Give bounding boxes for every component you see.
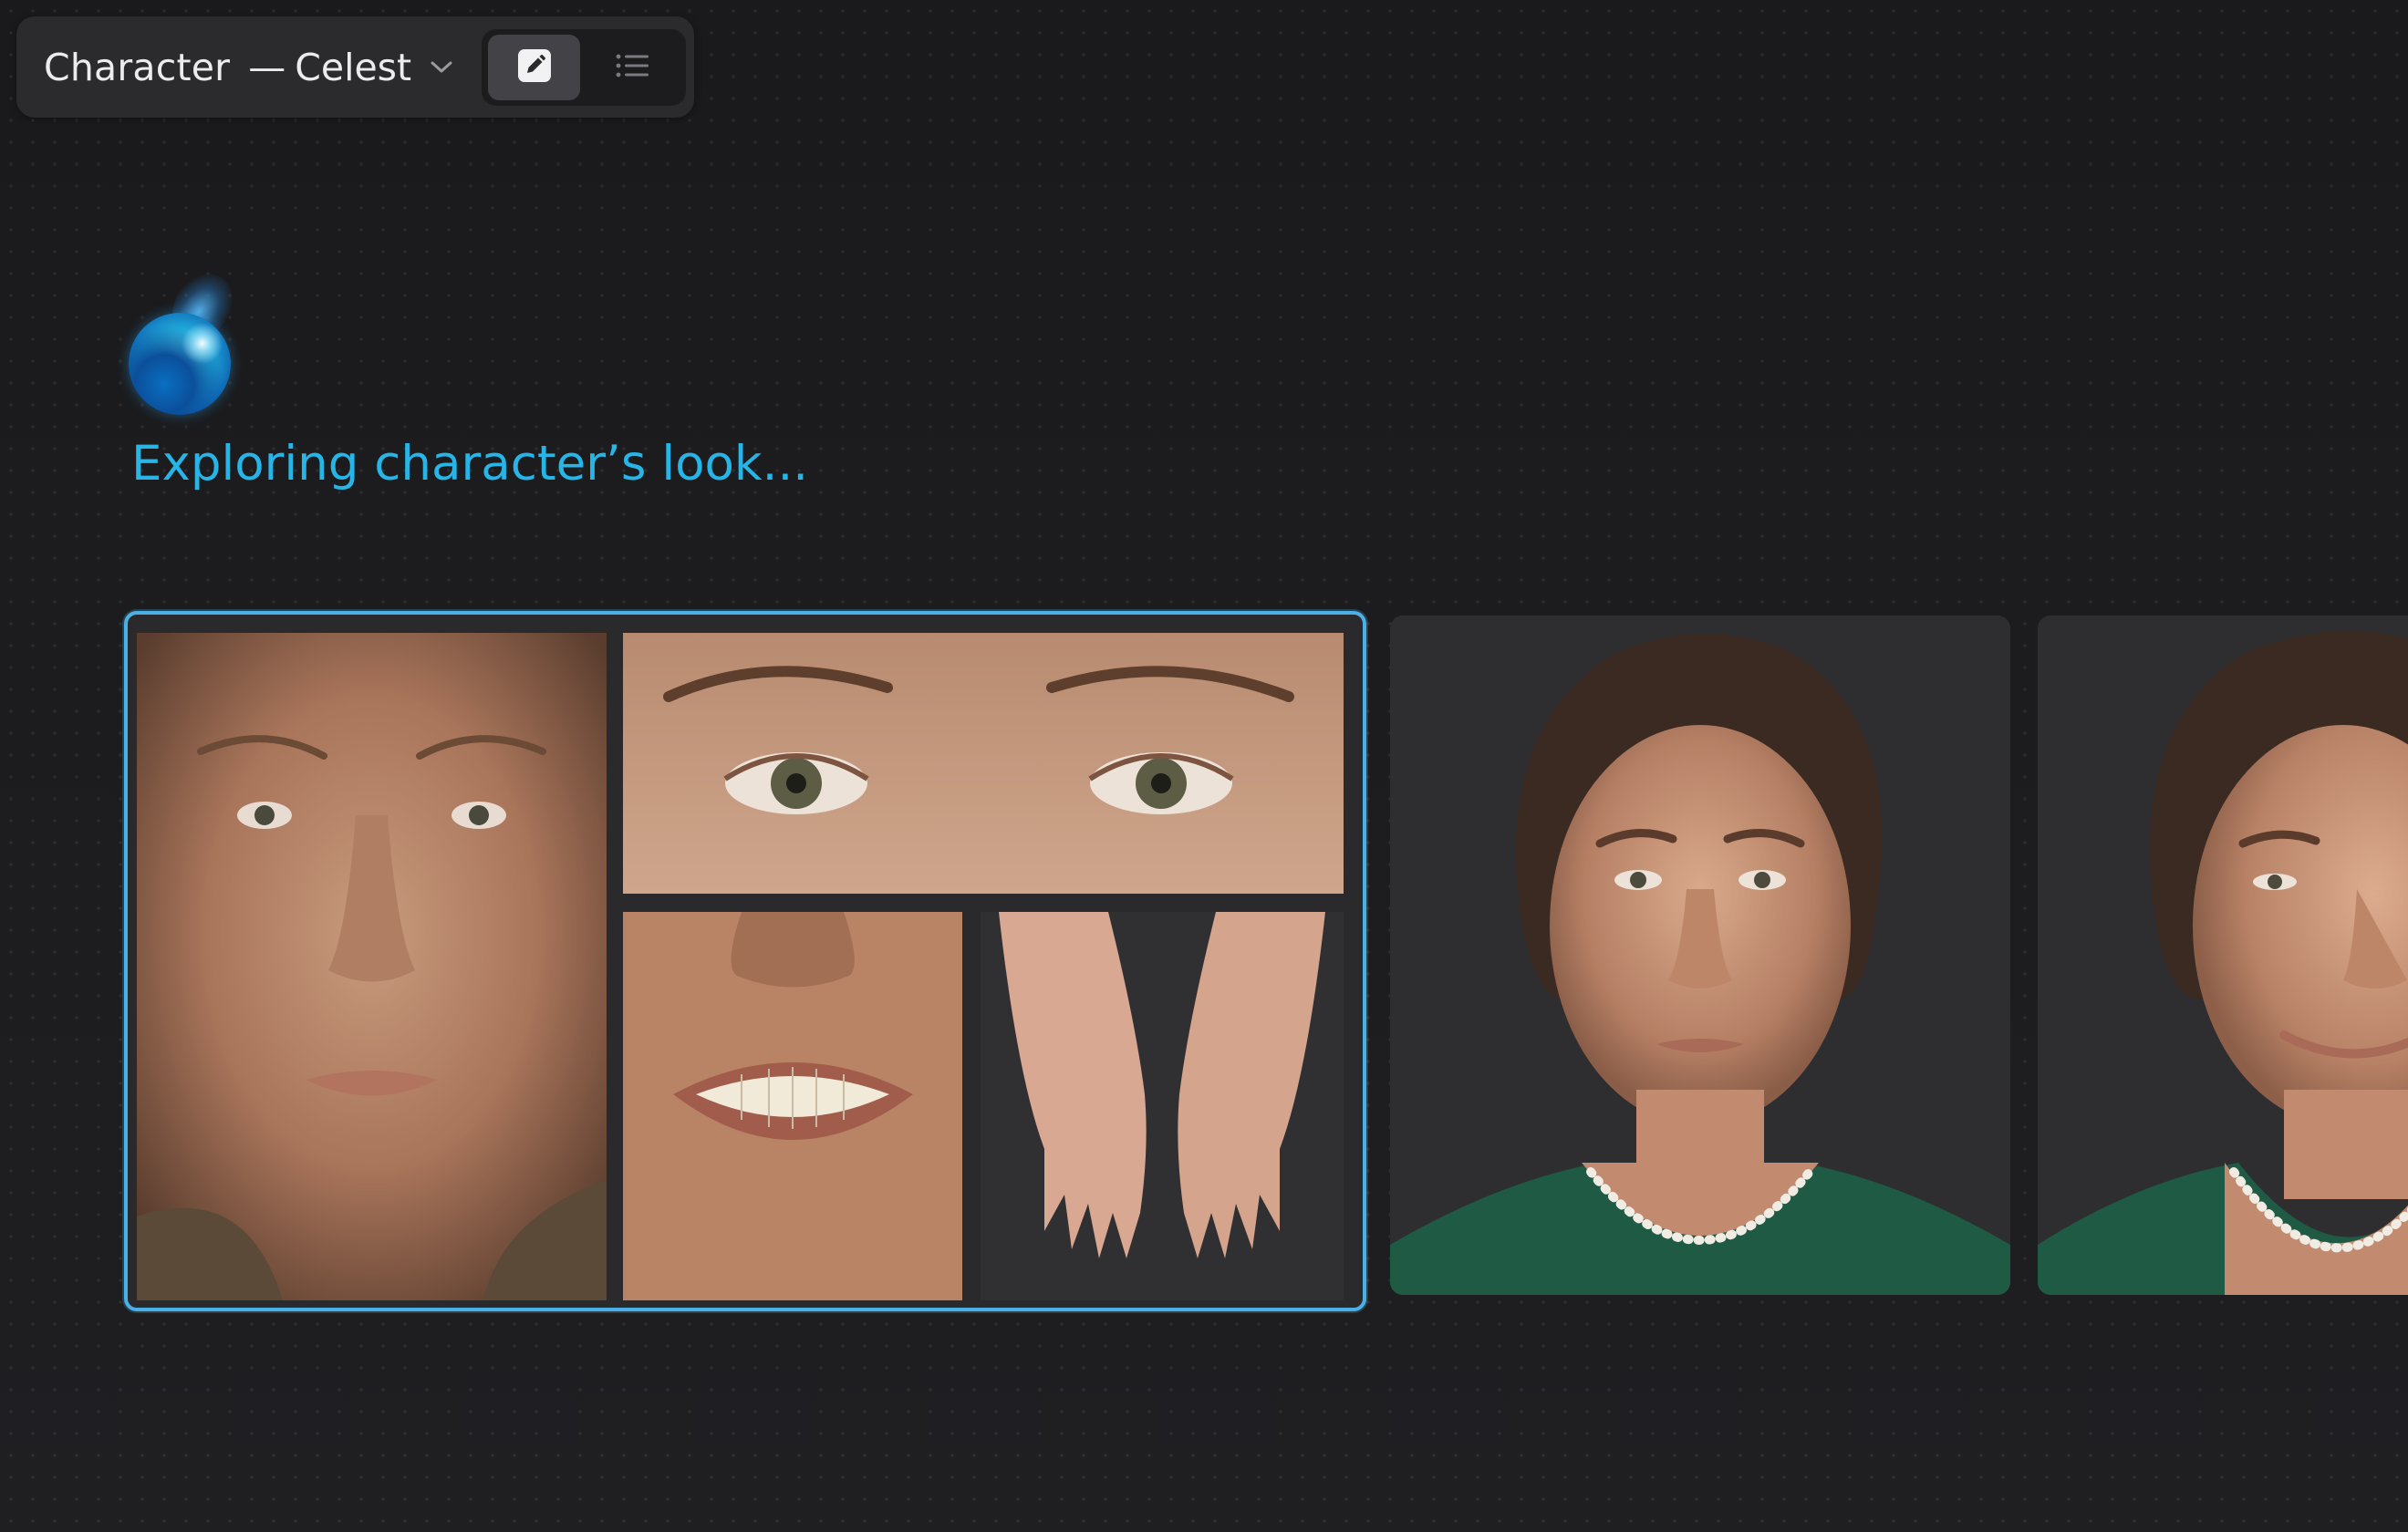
portrait-smile-image	[2038, 616, 2408, 1295]
chevron-down-icon[interactable]	[428, 54, 455, 81]
mouth-closeup-image	[623, 912, 962, 1300]
hands-image	[981, 912, 1344, 1300]
portrait-neutral-card[interactable]	[1390, 616, 2010, 1295]
view-toggle	[482, 29, 686, 106]
face-front-image	[137, 633, 607, 1300]
orb-sphere	[129, 313, 231, 415]
character-name: Celest	[295, 45, 412, 89]
portrait-smile-card[interactable]	[2038, 616, 2408, 1295]
page-title: Character	[44, 45, 231, 89]
status-message: Exploring character’s look...	[131, 436, 809, 492]
edit-view-button[interactable]	[488, 35, 580, 100]
list-view-button[interactable]	[586, 35, 679, 100]
list-icon	[615, 52, 651, 83]
pencil-square-icon	[516, 47, 553, 88]
eyes-closeup-image	[623, 633, 1344, 894]
top-toolbar: Character — Celest	[16, 16, 694, 118]
ai-orb-icon	[126, 262, 245, 418]
reference-sheet-card[interactable]	[124, 611, 1366, 1311]
portrait-neutral-image	[1390, 616, 2010, 1295]
title-separator: —	[248, 45, 286, 89]
character-selector[interactable]: Character — Celest	[44, 16, 455, 118]
